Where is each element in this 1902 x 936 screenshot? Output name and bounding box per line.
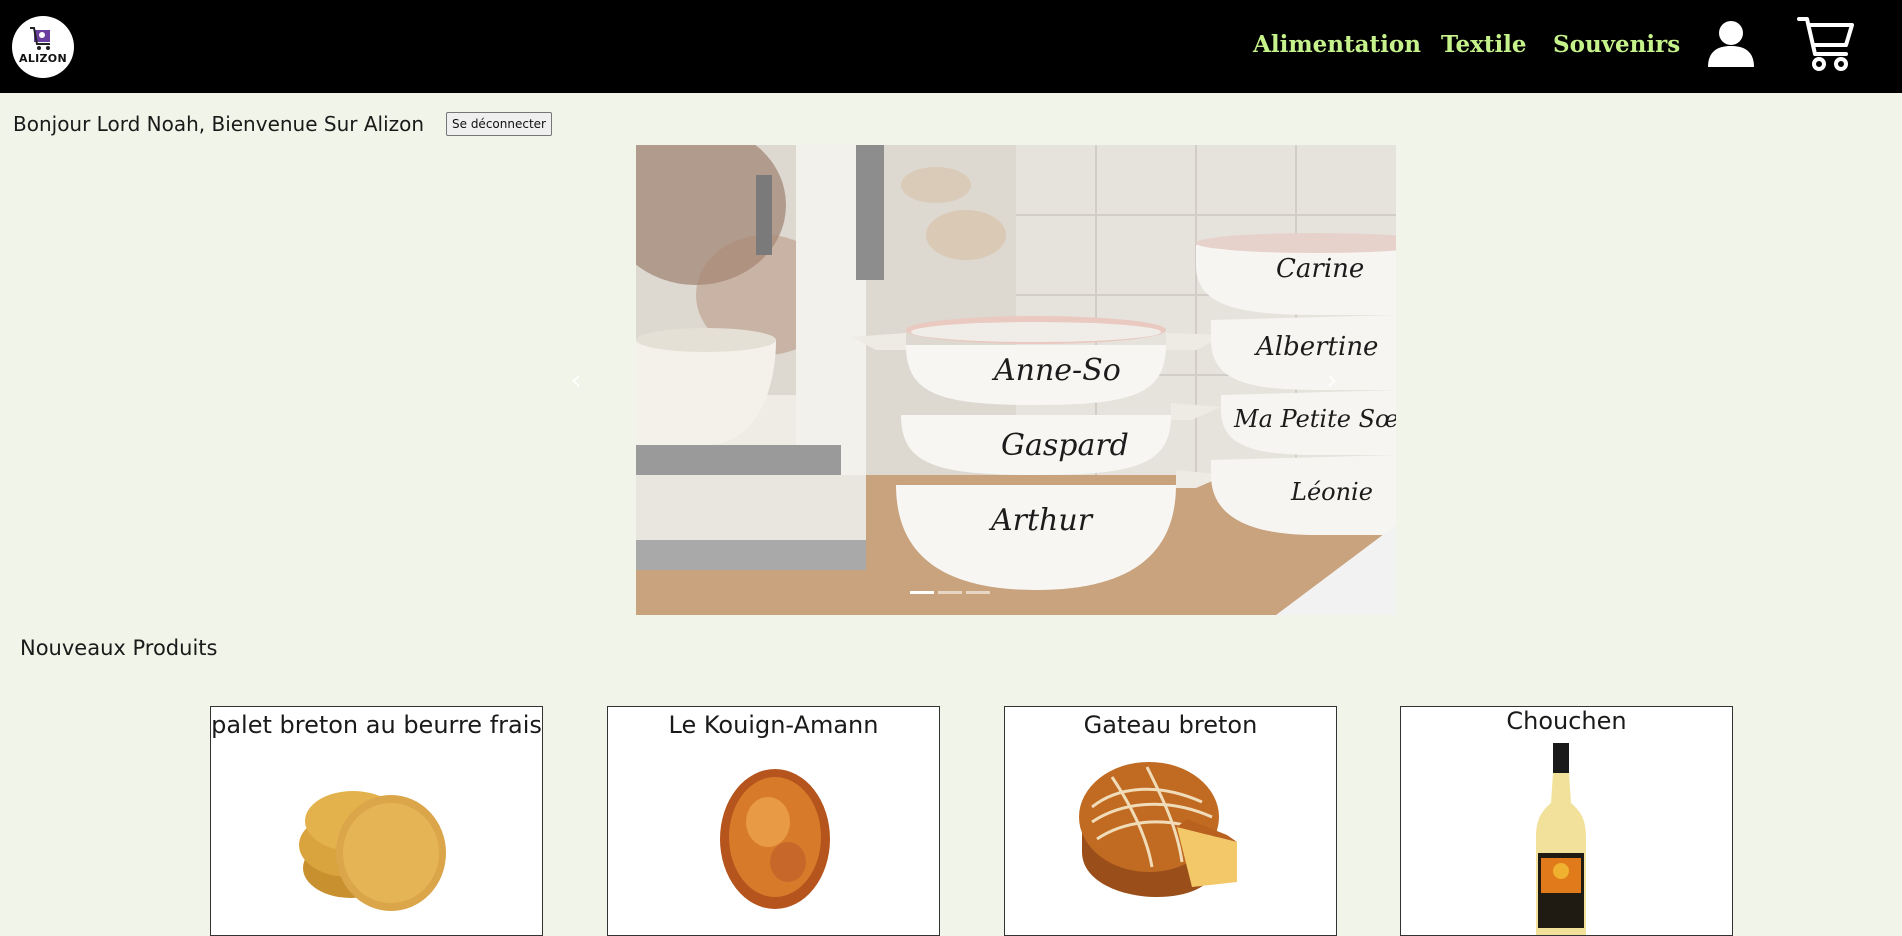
product-card-palet-breton[interactable]: palet breton au beurre frais [210, 706, 543, 936]
nav-link-textile[interactable]: Textile [1441, 31, 1527, 58]
product-name: Gateau breton [1083, 711, 1258, 739]
bowl-name-anne-so: Anne-So [991, 353, 1121, 388]
product-card-gateau-breton[interactable]: Gateau breton [1004, 706, 1337, 936]
carousel-indicator-3[interactable] [966, 591, 990, 594]
logo-text: ALIZON [19, 52, 67, 65]
account-button[interactable] [1706, 19, 1756, 69]
new-products-title: Nouveaux Produits [20, 636, 218, 660]
welcome-message: Bonjour Lord Noah, Bienvenue Sur Alizon [13, 112, 425, 136]
nav-link-souvenirs[interactable]: Souvenirs [1553, 31, 1680, 58]
bowl-name-leonie: Léonie [1290, 478, 1373, 506]
carousel-slide-image: Anne-So Gaspard Arthur Carine Albertine … [636, 145, 1396, 615]
product-image-chouchen [1536, 743, 1586, 935]
carousel-indicator-1[interactable] [910, 591, 934, 594]
cart-button[interactable] [1796, 14, 1856, 74]
product-card-chouchen[interactable]: Chouchen [1400, 706, 1733, 936]
carousel-prev-button[interactable]: ‹ [556, 355, 596, 405]
product-card-kouign-amann[interactable]: Le Kouign-Amann [607, 706, 940, 936]
product-name: Chouchen [1506, 707, 1627, 735]
shopping-cart-icon [1797, 17, 1854, 71]
bowl-name-ma-petite-soeur: Ma Petite Sœur [1233, 405, 1396, 433]
cart-logo-icon [30, 27, 50, 50]
carousel-indicator-2[interactable] [938, 591, 962, 594]
top-navigation-bar: ALIZON Alimentation Textile Souvenirs [0, 0, 1902, 93]
product-image-kouign-amann [720, 769, 830, 909]
nav-link-alimentation[interactable]: Alimentation [1253, 31, 1421, 58]
product-image-gateau-breton [1079, 762, 1237, 897]
bowl-name-arthur: Arthur [988, 503, 1094, 538]
carousel-next-button[interactable]: › [1312, 355, 1352, 405]
product-name: palet breton au beurre frais [211, 711, 542, 739]
bowl-name-gaspard: Gaspard [1001, 428, 1129, 463]
logout-button[interactable]: Se déconnecter [446, 112, 552, 136]
product-name: Le Kouign-Amann [668, 711, 879, 739]
hero-carousel: Anne-So Gaspard Arthur Carine Albertine … [636, 145, 1396, 615]
bowl-name-carine: Carine [1276, 254, 1364, 284]
alizon-logo[interactable]: ALIZON [12, 16, 74, 78]
product-image-palet-breton [299, 791, 446, 911]
user-icon [1708, 21, 1754, 67]
carousel-indicators [910, 591, 990, 601]
